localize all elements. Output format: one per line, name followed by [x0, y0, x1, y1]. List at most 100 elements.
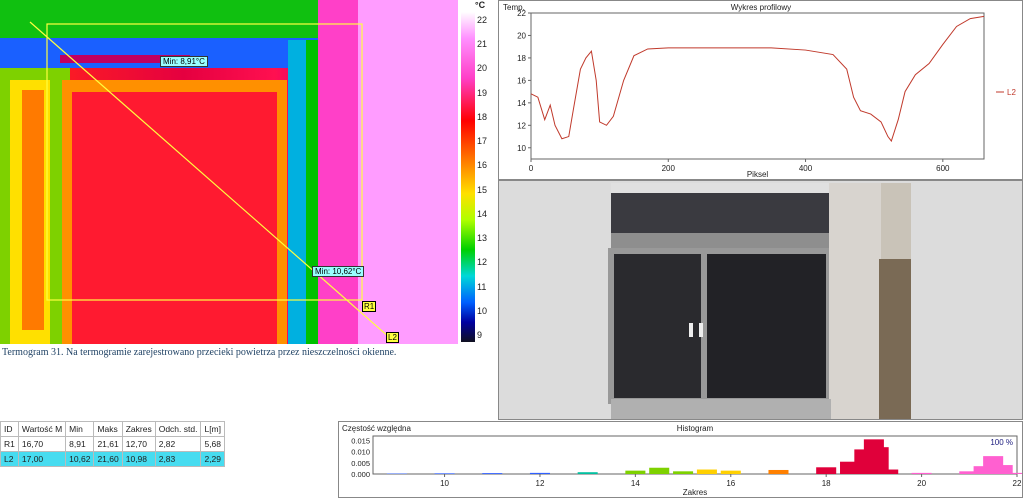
scale-tick-label: 12: [477, 257, 487, 267]
histogram-chart[interactable]: Częstość względnaHistogram0.0000.0050.01…: [339, 422, 1022, 497]
cell-range: 12,70: [122, 437, 155, 452]
wall-area: [358, 0, 458, 344]
window-right-frame: [306, 40, 318, 344]
histogram-bar: [768, 470, 788, 474]
histogram-bar: [530, 473, 550, 474]
photo-handle-left: [689, 323, 693, 337]
cell-max: 21,60: [94, 452, 122, 467]
table-header-row: ID Wartość M Min Maks Zakres Odch. std. …: [1, 422, 225, 437]
header-min: Min: [66, 422, 94, 437]
table-row[interactable]: R1 16,70 8,91 21,61 12,70 2,82 5,68: [1, 437, 225, 452]
histogram-y-tick-label: 0.015: [351, 436, 370, 445]
profile-x-tick-label: 400: [799, 164, 813, 173]
profile-x-label: Piksel: [747, 170, 769, 179]
cell-std: 2,82: [155, 437, 201, 452]
histogram-x-label: Zakres: [683, 488, 707, 497]
histogram-title: Histogram: [677, 424, 714, 433]
scale-tick-label: 19: [477, 88, 487, 98]
window-top-frame: [0, 0, 320, 40]
scale-tick-label: 16: [477, 160, 487, 170]
histogram-bar: [697, 470, 717, 474]
window-left-strip: [22, 90, 44, 330]
histogram-x-tick-label: 16: [726, 479, 735, 488]
histogram-x-tick-label: 14: [631, 479, 640, 488]
header-id: ID: [1, 422, 19, 437]
histogram-bar: [1007, 473, 1022, 474]
cell-min: 8,91: [66, 437, 94, 452]
l2-min-label: Min: 10,62°C: [312, 266, 364, 277]
table-row[interactable]: L2 17,00 10,62 21,60 10,98 2,83 2,29: [1, 452, 225, 467]
histogram-x-tick-label: 10: [440, 479, 449, 488]
scale-tick-label: 17: [477, 136, 487, 146]
scale-tick-label: 13: [477, 233, 487, 243]
l2-tag[interactable]: L2: [386, 332, 399, 343]
header-length: L[m]: [201, 422, 225, 437]
histogram-bar: [816, 467, 836, 474]
visual-photo-panel: [498, 180, 1023, 420]
window-mullion: [288, 40, 306, 344]
scale-tick-label: 18: [477, 112, 487, 122]
r1-min-label: Min: 8,91°C: [160, 56, 208, 67]
profile-x-tick-label: 0: [529, 164, 534, 173]
header-mean: Wartość M: [18, 422, 65, 437]
profile-y-tick-label: 14: [517, 99, 526, 108]
photo-handle-right: [699, 323, 703, 337]
profile-chart[interactable]: Temp.Wykres profilowy1012141618202202004…: [499, 1, 1022, 179]
profile-chart-panel: Temp.Wykres profilowy1012141618202202004…: [498, 0, 1023, 180]
profile-y-tick-label: 22: [517, 9, 526, 18]
temperature-scale: °C 22 21 20 19 18 17 16 15 14 13 12 11 10 9: [461, 0, 496, 344]
thermogram-caption: Termogram 31. Na termogramie zarejestrow…: [2, 347, 396, 358]
histogram-bar: [878, 470, 898, 474]
histogram-bar: [721, 471, 741, 474]
profile-y-tick-label: 12: [517, 121, 526, 130]
scale-tick-label: 10: [477, 306, 487, 316]
cell-length: 2,29: [201, 452, 225, 467]
histogram-percent: 100 %: [990, 438, 1013, 447]
thermogram-image[interactable]: Min: 8,91°C Min: 10,62°C R1 L2: [0, 0, 458, 344]
header-std: Odch. std.: [155, 422, 201, 437]
histogram-x-tick-label: 12: [536, 479, 545, 488]
histogram-bar: [912, 473, 932, 474]
histogram-bar: [993, 465, 1013, 474]
window-pane: [72, 92, 277, 344]
scale-tick-label: 9: [477, 330, 482, 340]
cell-id: R1: [1, 437, 19, 452]
profile-x-tick-label: 200: [662, 164, 676, 173]
histogram-bar: [482, 473, 502, 474]
histogram-panel: Częstość względnaHistogram0.0000.0050.01…: [338, 421, 1023, 498]
histogram-bar: [625, 471, 645, 474]
histogram-x-tick-label: 22: [1013, 479, 1022, 488]
thermogram-overlay: [0, 0, 458, 344]
scale-tick-label: 21: [477, 39, 487, 49]
histogram-bar: [435, 473, 455, 474]
histogram-x-tick-label: 20: [917, 479, 926, 488]
profile-y-tick-label: 16: [517, 76, 526, 85]
histogram-bar: [649, 468, 669, 474]
cell-mean: 17,00: [18, 452, 65, 467]
profile-plot-area: [531, 13, 984, 159]
scale-tick-label: 20: [477, 63, 487, 73]
cell-length: 5,68: [201, 437, 225, 452]
histogram-bar: [673, 471, 693, 474]
scale-tick-label: 14: [477, 209, 487, 219]
photo-cabinet: [879, 259, 911, 419]
histogram-bar: [578, 472, 598, 474]
histogram-y-label: Częstość względna: [342, 424, 411, 433]
cell-id: L2: [1, 452, 19, 467]
histogram-plot-area: [373, 436, 1017, 474]
profile-y-tick-label: 18: [517, 54, 526, 63]
cell-max: 21,61: [94, 437, 122, 452]
cell-std: 2,83: [155, 452, 201, 467]
scale-unit: °C: [475, 0, 485, 10]
scale-tick-label: 11: [477, 282, 486, 292]
cell-mean: 16,70: [18, 437, 65, 452]
photo-sill: [611, 399, 831, 419]
profile-title: Wykres profilowy: [731, 3, 791, 12]
photo-box: [881, 183, 911, 259]
profile-legend-label: L2: [1007, 88, 1016, 97]
r1-tag[interactable]: R1: [362, 301, 376, 312]
visual-photo: [499, 181, 1022, 419]
scale-tick-label: 15: [477, 185, 487, 195]
scale-tick-label: 22: [477, 15, 487, 25]
scale-color-bar: [461, 12, 475, 342]
